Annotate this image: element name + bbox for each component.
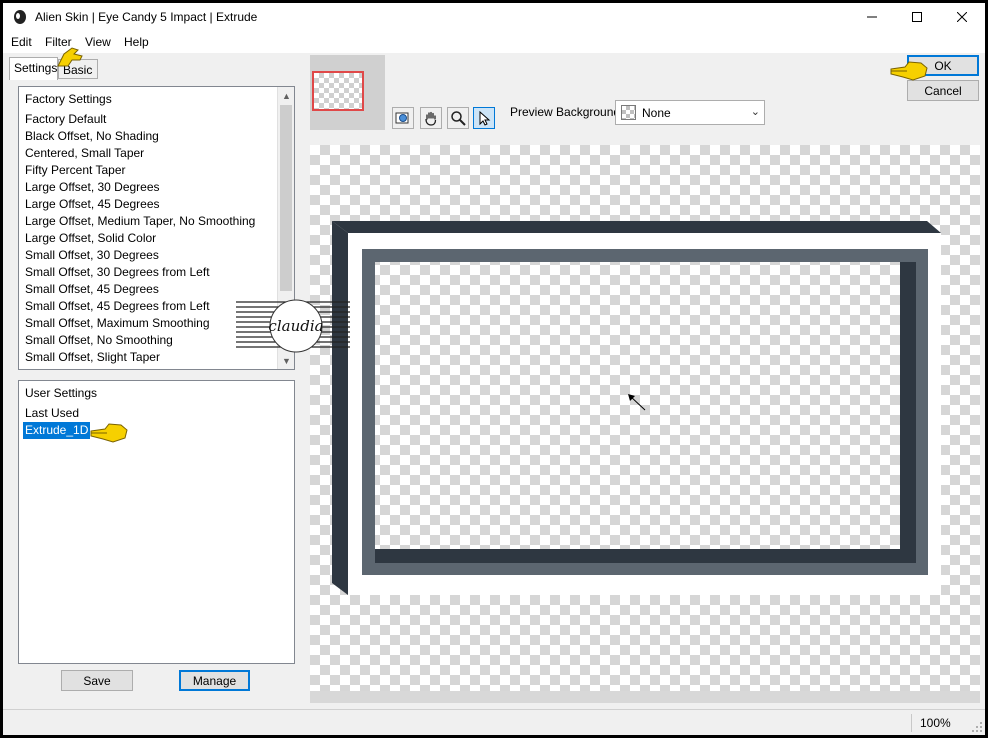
hand-tool-button[interactable] xyxy=(420,107,442,129)
list-item[interactable]: Large Offset, 45 Degrees xyxy=(25,196,160,213)
mouse-cursor-icon xyxy=(628,394,646,411)
list-item[interactable]: Large Offset, Solid Color xyxy=(25,230,156,247)
inner-shadow-right xyxy=(900,262,916,563)
list-item[interactable]: Fifty Percent Taper xyxy=(25,162,126,179)
cancel-button[interactable]: Cancel xyxy=(907,80,979,101)
list-item[interactable]: Large Offset, Medium Taper, No Smoothing xyxy=(25,213,255,230)
extruded-frame-preview xyxy=(332,221,941,595)
scroll-up-icon[interactable]: ▲ xyxy=(278,87,295,104)
maximize-button[interactable] xyxy=(894,3,939,31)
zoom-tool-icon xyxy=(451,111,466,126)
plugin-window: Alien Skin | Eye Candy 5 Impact | Extrud… xyxy=(3,3,985,735)
navigator-icon xyxy=(395,112,409,124)
pointing-hand-icon xyxy=(57,47,83,67)
pointing-hand-icon xyxy=(90,423,128,443)
menu-help[interactable]: Help xyxy=(124,35,149,49)
minimize-icon xyxy=(866,16,877,18)
manage-button[interactable]: Manage xyxy=(179,670,250,691)
watermark-text: claudia xyxy=(268,317,323,335)
list-item[interactable]: Small Offset, 45 Degrees xyxy=(25,281,159,298)
title-bar: Alien Skin | Eye Candy 5 Impact | Extrud… xyxy=(3,3,985,31)
scroll-thumb[interactable] xyxy=(280,105,292,291)
close-button[interactable] xyxy=(939,3,984,31)
list-item[interactable]: Small Offset, 45 Degrees from Left xyxy=(25,298,210,315)
frame-inner-bevel xyxy=(362,249,928,575)
list-item[interactable]: Small Offset, 30 Degrees xyxy=(25,247,159,264)
list-item[interactable]: Small Offset, 30 Degrees from Left xyxy=(25,264,210,281)
minimize-button[interactable] xyxy=(849,3,894,31)
zoom-tool-button[interactable] xyxy=(447,107,469,129)
inner-shadow-bottom xyxy=(375,549,916,563)
window-title: Alien Skin | Eye Candy 5 Impact | Extrud… xyxy=(35,10,258,24)
frame-extrusion-left xyxy=(332,221,348,595)
list-item[interactable]: Small Offset, Maximum Smoothing xyxy=(25,315,210,332)
preview-background-value: None xyxy=(642,106,671,120)
frame-face xyxy=(348,233,941,595)
save-button[interactable]: Save xyxy=(61,670,133,691)
list-item[interactable]: Black Offset, No Shading xyxy=(25,128,159,145)
menu-edit[interactable]: Edit xyxy=(11,35,32,49)
pointing-hand-icon xyxy=(890,61,928,81)
factory-settings-header: Factory Settings xyxy=(25,92,112,106)
preview-background-select[interactable]: None ⌄ xyxy=(615,100,765,125)
resize-grip-icon[interactable] xyxy=(971,721,983,733)
user-settings-header: User Settings xyxy=(25,386,98,400)
list-item-last-used[interactable]: Last Used xyxy=(25,405,79,422)
select-arrow-icon xyxy=(479,110,491,126)
navigator-thumbnail[interactable] xyxy=(310,55,385,130)
scroll-down-icon[interactable]: ▼ xyxy=(278,352,295,369)
list-item-extrude-1d[interactable]: Extrude_1D xyxy=(23,422,91,439)
preview-canvas[interactable] xyxy=(310,133,980,703)
list-item[interactable]: Small Offset, Slight Taper xyxy=(25,349,160,366)
list-item[interactable]: Centered, Small Taper xyxy=(25,145,144,162)
chevron-down-icon: ⌄ xyxy=(750,106,760,118)
list-item[interactable]: Small Offset, No Smoothing xyxy=(25,332,173,349)
claudia-watermark: claudia xyxy=(236,299,350,353)
status-bar: 100% xyxy=(3,709,985,735)
navigator-view-box[interactable] xyxy=(312,71,364,111)
transparency-swatch-icon xyxy=(621,105,636,120)
alien-skin-logo-icon xyxy=(14,10,26,24)
zoom-level: 100% xyxy=(911,714,967,732)
menu-bar: Edit Filter View Help xyxy=(3,31,985,53)
maximize-icon xyxy=(911,12,922,22)
user-settings-list[interactable]: User Settings Last Used Extrude_1D xyxy=(18,380,295,664)
select-tool-button[interactable] xyxy=(473,107,495,129)
preview-background-label: Preview Background: xyxy=(510,105,624,119)
hand-tool-icon xyxy=(425,111,437,126)
frame-extrusion-top xyxy=(332,221,941,233)
navigator-tool-button[interactable] xyxy=(392,107,414,129)
list-item[interactable]: Large Offset, 30 Degrees xyxy=(25,179,160,196)
tab-settings[interactable]: Settings xyxy=(9,57,58,80)
close-icon xyxy=(956,12,967,22)
list-item[interactable]: Factory Default xyxy=(25,111,106,128)
